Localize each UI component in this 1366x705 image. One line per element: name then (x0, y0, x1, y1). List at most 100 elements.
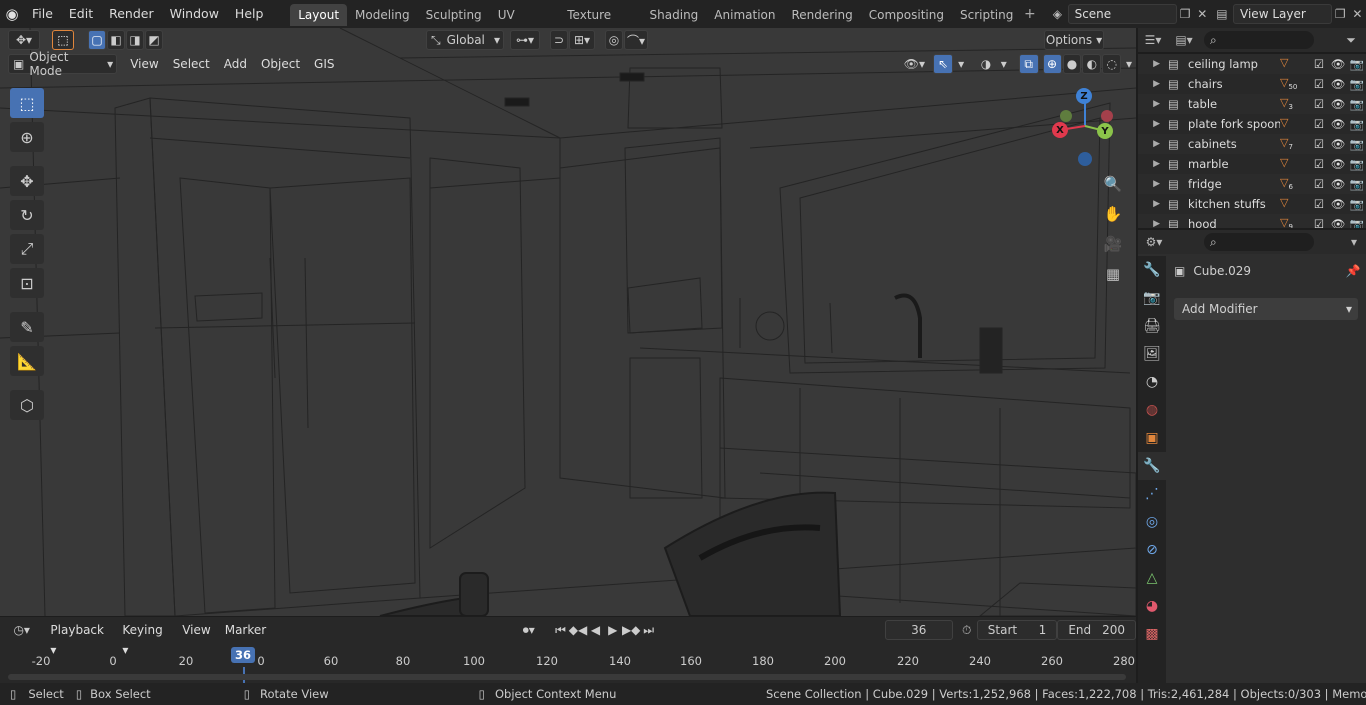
render-camera-icon[interactable]: 📷 (1348, 57, 1366, 71)
transform-orientation-dropdown[interactable]: ⤡ Global ▾ (426, 30, 504, 50)
render-camera-icon[interactable]: 📷 (1348, 217, 1366, 228)
scene-icon[interactable]: ◈ (1047, 7, 1068, 21)
tab-compositing[interactable]: Compositing (861, 4, 952, 26)
add-modifier-dropdown[interactable]: Add Modifier ▾ (1174, 298, 1358, 320)
select-mode-invert-icon[interactable]: ◩ (145, 30, 163, 50)
proportional-edit-icon[interactable]: ◎ (605, 30, 623, 50)
timeline-ruler[interactable]: -20 0 20 36 0 60 80 100 120 140 160 180 200 220 240 260… (0, 617, 1136, 683)
eye-icon[interactable]: 👁 (1328, 157, 1348, 171)
render-camera-icon[interactable]: 📷 (1348, 157, 1366, 171)
select-box-tool-icon[interactable]: ⬚ (10, 88, 44, 118)
select-mode-subtract-icon[interactable]: ◨ (126, 30, 144, 50)
outliner-row[interactable]: ▶ ▤ chairs ▽50 ☑ 👁 📷 (1138, 74, 1366, 94)
scale-tool-icon[interactable]: ⤢ (10, 234, 44, 264)
render-tab-icon[interactable]: 📷 (1138, 284, 1166, 312)
timeline-scrollbar[interactable] (8, 674, 1126, 680)
viewport-menu-view[interactable]: View (123, 54, 165, 74)
eye-icon[interactable]: 👁 (1328, 137, 1348, 151)
checkbox-icon[interactable]: ☑ (1310, 197, 1328, 211)
gizmo-toggle-icon[interactable]: ⇖ (933, 54, 954, 74)
eye-icon[interactable]: 👁 (1328, 197, 1348, 211)
shading-solid-icon[interactable]: ● (1062, 54, 1082, 74)
view-layer-close-icon[interactable]: ✕ (1349, 7, 1366, 21)
tab-shading[interactable]: Shading (642, 4, 707, 26)
expand-arrow-icon[interactable]: ▶ (1138, 199, 1168, 209)
render-camera-icon[interactable]: 📷 (1348, 97, 1366, 111)
expand-arrow-icon[interactable]: ▶ (1138, 139, 1168, 149)
texture-tab-icon[interactable]: ▩ (1138, 620, 1166, 648)
filter-icon[interactable]: ⏷ (1336, 33, 1366, 48)
transform-tool-icon[interactable]: ⊡ (10, 268, 44, 298)
overlays-dropdown-icon[interactable]: ▾ (997, 54, 1011, 74)
render-camera-icon[interactable]: 📷 (1348, 177, 1366, 191)
render-camera-icon[interactable]: 📷 (1348, 137, 1366, 151)
menu-window[interactable]: Window (162, 0, 227, 28)
outliner-row[interactable]: ▶ ▤ hood ▽9 ☑ 👁 📷 (1138, 214, 1366, 228)
checkbox-icon[interactable]: ☑ (1310, 77, 1328, 91)
tab-uv-editing[interactable]: UV Editing (490, 4, 560, 44)
viewport-menu-add[interactable]: Add (217, 54, 254, 74)
blender-logo-icon[interactable]: ◉ (0, 0, 24, 28)
visibility-icon[interactable]: 👁▾ (900, 54, 930, 74)
outliner-row[interactable]: ▶ ▤ fridge ▽6 ☑ 👁 📷 (1138, 174, 1366, 194)
pivot-point-icon[interactable]: ⊶▾ (510, 30, 540, 50)
outliner-search-input[interactable]: ⌕ (1204, 31, 1314, 49)
outliner-row[interactable]: ▶ ▤ marble ▽ ☑ 👁 📷 (1138, 154, 1366, 174)
add-cube-tool-icon[interactable]: ⬡ (10, 390, 44, 420)
tab-scripting[interactable]: Scripting (952, 4, 1021, 26)
outliner-row[interactable]: ▶ ▤ cabinets ▽7 ☑ 👁 📷 (1138, 134, 1366, 154)
object-tab-icon[interactable]: ▣ (1138, 424, 1166, 452)
tab-sculpting[interactable]: Sculpting (418, 4, 490, 26)
tab-animation[interactable]: Animation (706, 4, 783, 26)
scene-close-icon[interactable]: ✕ (1194, 7, 1211, 21)
expand-arrow-icon[interactable]: ▶ (1138, 179, 1168, 189)
outliner-row[interactable]: ▶ ▤ plate fork spoon ▽ ☑ 👁 📷 (1138, 114, 1366, 134)
eye-icon[interactable]: 👁 (1328, 217, 1348, 228)
outliner-row[interactable]: ▶ ▤ table ▽3 ☑ 👁 📷 (1138, 94, 1366, 114)
3d-viewport[interactable] (0, 28, 1136, 616)
viewport-menu-object[interactable]: Object (254, 54, 307, 74)
snap-target-icon[interactable]: ⊞▾ (569, 30, 595, 50)
navigation-gizmo[interactable]: Z X Y (1050, 86, 1120, 168)
shading-material-icon[interactable]: ◐ (1082, 54, 1102, 74)
perspective-grid-icon[interactable]: ▦ (1102, 262, 1124, 286)
eye-icon[interactable]: 👁 (1328, 177, 1348, 191)
gizmo-z-axis[interactable]: Z (1076, 88, 1092, 104)
gizmo-neg-x[interactable] (1101, 110, 1113, 122)
mode-dropdown[interactable]: ▣ Object Mode ▾ (8, 50, 118, 78)
playhead-frame[interactable]: 36 (230, 647, 256, 663)
gizmo-x-axis[interactable]: X (1052, 122, 1068, 138)
gizmo-dropdown-icon[interactable]: ▾ (954, 54, 968, 74)
editor-type-icon[interactable]: ✥▾ (8, 30, 40, 50)
tool-tab-icon[interactable]: 🔧 (1138, 256, 1166, 284)
options-dropdown[interactable]: Options ▾ (1044, 30, 1104, 50)
display-mode-icon[interactable]: ▤▾ (1168, 33, 1200, 47)
render-camera-icon[interactable]: 📷 (1348, 117, 1366, 131)
select-mode-extend-icon[interactable]: ◧ (107, 30, 125, 50)
scene-copy-icon[interactable]: ❐ (1177, 7, 1194, 21)
eye-icon[interactable]: 👁 (1328, 97, 1348, 111)
physics-tab-icon[interactable]: ◎ (1138, 508, 1166, 536)
shading-rendered-icon[interactable]: ◌ (1102, 54, 1122, 74)
gizmo-y-axis[interactable]: Y (1097, 123, 1113, 139)
checkbox-icon[interactable]: ☑ (1310, 157, 1328, 171)
cursor-tool-icon[interactable]: ⊕ (10, 122, 44, 152)
move-tool-icon[interactable]: ✥ (10, 166, 44, 196)
eye-icon[interactable]: 👁 (1328, 117, 1348, 131)
render-camera-icon[interactable]: 📷 (1348, 197, 1366, 211)
checkbox-icon[interactable]: ☑ (1310, 57, 1328, 71)
render-camera-icon[interactable]: 📷 (1348, 77, 1366, 91)
outliner-row[interactable]: ▶ ▤ ceiling lamp ▽ ☑ 👁 📷 (1138, 54, 1366, 74)
view-layer-copy-icon[interactable]: ❐ (1332, 7, 1349, 21)
properties-search-input[interactable]: ⌕ (1204, 233, 1314, 251)
add-workspace-icon[interactable]: + (1021, 6, 1038, 22)
modifier-tab-icon[interactable]: 🔧 (1138, 452, 1166, 480)
properties-editor-icon[interactable]: ⚙▾ (1138, 235, 1170, 249)
expand-arrow-icon[interactable]: ▶ (1138, 219, 1168, 228)
tab-layout[interactable]: Layout (290, 4, 348, 26)
select-tool-icon[interactable]: ⬚ (52, 30, 74, 50)
gizmo-neg-z[interactable] (1078, 152, 1092, 166)
viewport-menu-select[interactable]: Select (166, 54, 217, 74)
world-tab-icon[interactable]: ◍ (1138, 396, 1166, 424)
viewport-menu-gis[interactable]: GIS (307, 54, 341, 74)
